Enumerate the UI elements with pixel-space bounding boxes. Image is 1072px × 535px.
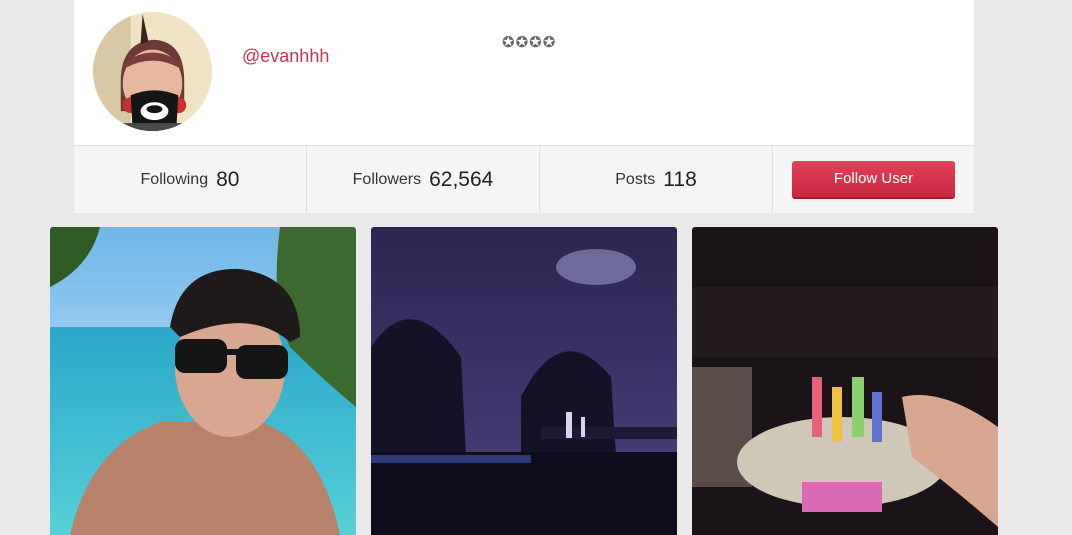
follow-user-button[interactable]: Follow User	[792, 160, 955, 199]
photo-tile[interactable]	[371, 227, 677, 535]
stats-bar: Following 80 Followers 62,564 Posts 118 …	[74, 146, 974, 213]
stat-following[interactable]: Following 80	[74, 146, 307, 213]
photo-image-selfie-pool	[50, 227, 356, 535]
stat-followers-value: 62,564	[429, 167, 494, 191]
stat-posts[interactable]: Posts 118	[540, 146, 773, 213]
username[interactable]: @evanhhh	[242, 46, 329, 67]
photo-tile[interactable]	[692, 227, 998, 535]
stat-following-value: 80	[216, 167, 240, 191]
profile-header: @evanhhh ✪✪✪✪	[74, 0, 974, 146]
photo-image-night-sky	[371, 227, 677, 535]
stat-posts-value: 118	[663, 167, 697, 191]
stat-posts-label: Posts	[615, 170, 656, 188]
stat-following-label: Following	[140, 170, 209, 188]
avatar-image	[93, 12, 212, 131]
profile-bio: ✪✪✪✪	[502, 34, 557, 51]
stat-followers-label: Followers	[352, 170, 422, 188]
stat-followers[interactable]: Followers 62,564	[307, 146, 540, 213]
photo-image-party-table	[692, 227, 998, 535]
follow-cell: Follow User	[773, 146, 974, 213]
avatar[interactable]	[93, 12, 212, 131]
photo-tile[interactable]	[50, 227, 356, 535]
